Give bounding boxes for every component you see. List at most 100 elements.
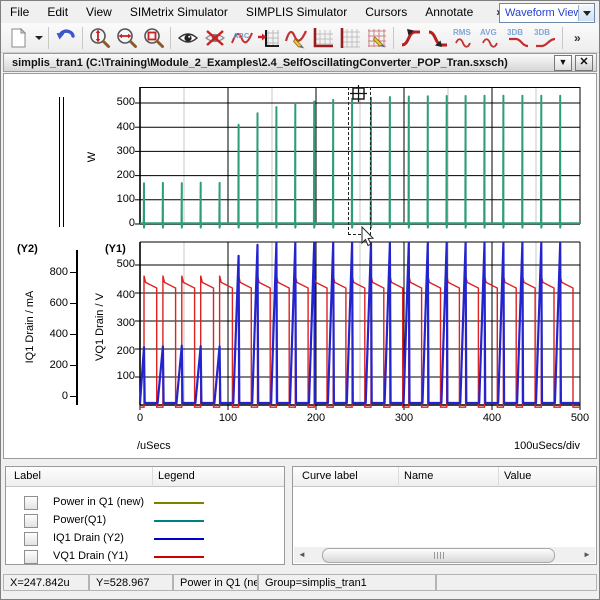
zoom-x-button[interactable] [113, 24, 140, 51]
toolbar-overflow-chevron[interactable]: » [574, 31, 581, 45]
scrollbar-thumb[interactable] [322, 548, 555, 563]
legend-row[interactable]: IQ1 Drain (Y2) [6, 530, 284, 548]
legend-header-label: Label [14, 470, 41, 482]
curve-checkbox[interactable] [24, 496, 38, 510]
y2-axis-tickmark [70, 334, 76, 335]
legend-row[interactable]: VQ1 Drain (Y1) [6, 548, 284, 566]
curve-label-icon: ABC [230, 26, 254, 50]
y2-axis-tickmark [70, 396, 76, 397]
3db-lowpass-button[interactable]: 3DB [505, 24, 532, 51]
y1-axis-tick: 400 [105, 289, 135, 301]
move-curve-to-axis-button[interactable] [255, 24, 282, 51]
menu-file[interactable]: File [1, 2, 38, 22]
svg-text:ABC: ABC [233, 31, 250, 40]
y1-axis-label: VQ1 Drain / V [94, 283, 106, 371]
3db-rising-icon: 3DB [533, 26, 559, 50]
menu-edit[interactable]: Edit [38, 2, 77, 22]
axis-grab-handle[interactable] [63, 97, 64, 227]
scroll-right-arrow[interactable]: ► [579, 547, 595, 563]
scrollbar-track[interactable] [310, 547, 579, 563]
scroll-left-arrow[interactable]: ◄ [294, 547, 310, 563]
waveform-graph-panel[interactable]: 0 100 200 300 400 500 W (Y2) (Y1) 800 60… [3, 73, 597, 459]
edit-curve-button[interactable] [282, 24, 309, 51]
toolbar: ABC [1, 23, 599, 53]
add-grid-division-button[interactable] [336, 24, 363, 51]
y1-axis-tick: 500 [105, 258, 135, 270]
annotate-curve-button[interactable]: ABC [228, 24, 255, 51]
new-document-dropdown[interactable] [32, 24, 45, 51]
status-cursor-x: X=247.842u [3, 574, 89, 591]
y2-axis-tickmark [70, 272, 76, 273]
x-axis-tick: 200 [301, 412, 331, 424]
3db-highpass-button[interactable]: 3DB [532, 24, 559, 51]
menu-view[interactable]: View [77, 2, 121, 22]
show-curve-button[interactable] [174, 24, 201, 51]
close-icon[interactable]: ✕ [575, 55, 593, 71]
toolbar-separator [562, 27, 563, 49]
viewer-mode-select[interactable]: Waveform Viewer [499, 3, 595, 23]
new-document-button[interactable] [5, 24, 32, 51]
chevron-down-icon [35, 36, 43, 40]
zoom-rectangle-icon [142, 26, 166, 50]
menu-simplis-simulator[interactable]: SIMPLIS Simulator [237, 2, 356, 22]
svg-text:3DB: 3DB [534, 28, 550, 37]
y2-axis-tick: 400 [40, 328, 68, 340]
status-group: Group=simplis_tran1 [258, 574, 436, 591]
toolbar-separator [48, 27, 49, 49]
menu-annotate[interactable]: Annotate [416, 2, 482, 22]
crosshair-cursor-icon[interactable] [349, 84, 369, 104]
header-name: Name [404, 470, 433, 482]
graph-window-titlebar[interactable]: simplis_tran1 (C:\Training\Module_2_Exam… [3, 53, 597, 72]
legend-header: Label Legend [6, 467, 284, 487]
menu-bar: File Edit View SIMetrix Simulator SIMPLI… [1, 1, 599, 23]
curve-checkbox[interactable] [24, 550, 38, 564]
w-axis-tick: 100 [105, 193, 135, 205]
curve-checkbox[interactable] [24, 514, 38, 528]
y2-axis-tick: 0 [40, 390, 68, 402]
3db-falling-icon: 3DB [506, 26, 532, 50]
curve-values-header: Curve label Name Value [293, 467, 596, 487]
w-axis-label: W [86, 142, 98, 172]
menu-simetrix-simulator[interactable]: SIMetrix Simulator [121, 2, 237, 22]
curve-color-swatch [154, 520, 204, 522]
menu-cursors[interactable]: Cursors [356, 2, 416, 22]
chevron-down-icon [583, 11, 591, 16]
axis-grab-handle[interactable] [59, 97, 60, 227]
w-axis-tick: 500 [105, 96, 135, 108]
grid-pencil-icon [365, 26, 389, 50]
avg-button[interactable]: AVG [478, 24, 505, 51]
header-curve-label: Curve label [302, 470, 358, 482]
axes-grid-icon [311, 26, 335, 50]
viewer-mode-dropdown-button[interactable] [578, 5, 594, 21]
curve-checkbox[interactable] [24, 532, 38, 546]
svg-text:RMS: RMS [453, 28, 471, 37]
w-axis-tick: 400 [105, 121, 135, 133]
legend-row[interactable]: Power in Q1 (new) [6, 494, 284, 512]
y1-axis-tick: 100 [105, 370, 135, 382]
x-axis-unit: /uSecs [137, 440, 171, 452]
undo-button[interactable] [52, 24, 79, 51]
w-axis-tick: 200 [105, 169, 135, 181]
mouse-pointer-icon [360, 226, 376, 248]
graph-cursor-box[interactable] [348, 87, 371, 235]
edit-grid-button[interactable] [363, 24, 390, 51]
y2-axis-tick: 600 [40, 297, 68, 309]
column-divider [498, 467, 499, 487]
y2-axis-label: IQ1 Drain / mA [24, 279, 36, 375]
eye-icon [176, 26, 200, 50]
y2-axis-tickmark [70, 303, 76, 304]
curve-label: VQ1 Drain (Y1) [53, 550, 128, 562]
zoom-y-button[interactable] [86, 24, 113, 51]
graph-window-menu-button[interactable]: ▼ [554, 55, 572, 71]
horizontal-scrollbar[interactable]: ◄ ► [294, 547, 595, 563]
zoom-rectangle-button[interactable] [140, 24, 167, 51]
hide-curve-button[interactable] [201, 24, 228, 51]
curve-rise-button[interactable] [397, 24, 424, 51]
y1-axis-header: (Y1) [105, 243, 126, 255]
add-axis-button[interactable] [309, 24, 336, 51]
legend-row[interactable]: Power(Q1) [6, 512, 284, 530]
avg-icon: AVG [479, 26, 505, 50]
rms-button[interactable]: RMS [451, 24, 478, 51]
curve-fall-button[interactable] [424, 24, 451, 51]
x-axis-tick: 0 [125, 412, 155, 424]
